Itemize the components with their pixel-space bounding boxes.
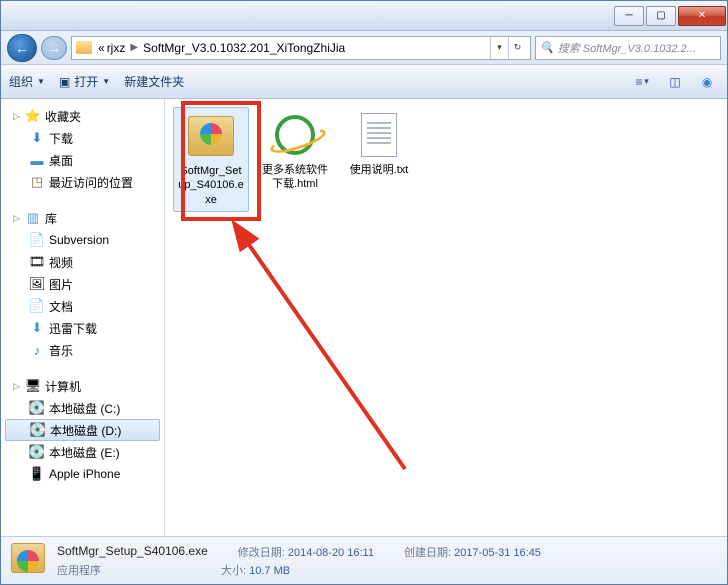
status-type: 应用程序: [57, 562, 101, 578]
download-icon: ⬇: [29, 130, 45, 146]
file-list[interactable]: SoftMgr_Setup_S40106.exe 更多系统软件下载.html 使…: [165, 99, 727, 536]
download-icon: ⬇: [29, 320, 45, 336]
drive-icon: 💽: [29, 400, 45, 416]
sidebar-iphone[interactable]: 📱Apple iPhone: [1, 463, 164, 485]
path-dropdown[interactable]: ▾: [490, 37, 508, 59]
chevron-down-icon: ▼: [37, 77, 45, 86]
star-icon: ⭐: [25, 108, 41, 124]
sidebar-favorites[interactable]: ▷⭐收藏夹: [1, 105, 164, 127]
drive-icon: 💽: [29, 444, 45, 460]
open-icon: ▣: [59, 75, 70, 89]
refresh-button[interactable]: ↻: [508, 37, 526, 59]
drive-icon: 💽: [30, 422, 46, 438]
breadcrumb[interactable]: « rjxz ▶ SoftMgr_V3.0.1032.201_XiTongZhi…: [71, 36, 531, 60]
sidebar-xunlei[interactable]: ⬇迅雷下载: [1, 317, 164, 339]
arrow-left-icon: ←: [15, 40, 29, 56]
minimize-button[interactable]: ─: [614, 6, 644, 26]
file-item-html[interactable]: 更多系统软件下载.html: [257, 107, 333, 196]
breadcrumb-seg[interactable]: rjxz: [107, 41, 126, 55]
sidebar-downloads[interactable]: ⬇下载: [1, 127, 164, 149]
status-mod-value: 2014-08-20 16:11: [288, 547, 374, 559]
search-input[interactable]: 🔍 搜索 SoftMgr_V3.0.1032.2...: [535, 36, 721, 60]
open-button[interactable]: ▣ 打开 ▼: [59, 73, 110, 90]
preview-pane-button[interactable]: ◫: [663, 71, 687, 93]
package-icon: [11, 543, 47, 579]
close-button[interactable]: ✕: [678, 6, 726, 26]
help-button[interactable]: ◉: [695, 71, 719, 93]
sidebar-drive-d[interactable]: 💽本地磁盘 (D:): [5, 419, 160, 441]
picture-icon: 🖼: [29, 276, 45, 292]
sidebar-computer[interactable]: ▷🖥计算机: [1, 375, 164, 397]
body: ▷⭐收藏夹 ⬇下载 ▬桌面 ◳最近访问的位置 ▷▥库 📄Subversion 🎞…: [1, 99, 727, 536]
search-placeholder: 搜索 SoftMgr_V3.0.1032.2...: [558, 40, 696, 56]
chevron-down-icon: ▼: [102, 77, 110, 86]
sidebar-libraries[interactable]: ▷▥库: [1, 207, 164, 229]
breadcrumb-seg[interactable]: SoftMgr_V3.0.1032.201_XiTongZhiJia: [143, 41, 345, 55]
file-icon: 📄: [29, 232, 45, 248]
status-size-value: 10.7 MB: [249, 565, 290, 577]
status-mod-label: 修改日期:: [238, 547, 285, 559]
sidebar-videos[interactable]: 🎞视频: [1, 251, 164, 273]
back-button[interactable]: ←: [7, 34, 37, 62]
file-label: SoftMgr_Setup_S40106.exe: [178, 164, 244, 207]
music-icon: ♪: [29, 342, 45, 358]
chevron-right-icon: ▶: [127, 42, 141, 53]
maximize-button[interactable]: ▢: [646, 6, 676, 26]
view-options-button[interactable]: ≡ ▼: [631, 71, 655, 93]
status-size-label: 大小:: [221, 565, 246, 577]
file-label: 使用说明.txt: [350, 163, 409, 177]
package-icon: [187, 112, 235, 160]
video-icon: 🎞: [29, 254, 45, 270]
sidebar-desktop[interactable]: ▬桌面: [1, 149, 164, 171]
address-bar: ← → « rjxz ▶ SoftMgr_V3.0.1032.201_XiTon…: [1, 31, 727, 65]
forward-button[interactable]: →: [41, 36, 67, 60]
titlebar: ─ ▢ ✕: [1, 1, 727, 31]
phone-icon: 📱: [29, 466, 45, 482]
organize-menu[interactable]: 组织 ▼: [9, 73, 45, 90]
sidebar-subversion[interactable]: 📄Subversion: [1, 229, 164, 251]
search-icon: 🔍: [540, 41, 554, 54]
sidebar-documents[interactable]: 📄文档: [1, 295, 164, 317]
file-label: 更多系统软件下载.html: [261, 163, 329, 192]
status-created-label: 创建日期:: [404, 547, 451, 559]
sidebar-pictures[interactable]: 🖼图片: [1, 273, 164, 295]
computer-icon: 🖥: [25, 378, 41, 394]
sidebar-recent[interactable]: ◳最近访问的位置: [1, 171, 164, 193]
toolbar: 组织 ▼ ▣ 打开 ▼ 新建文件夹 ≡ ▼ ◫ ◉: [1, 65, 727, 99]
file-item-exe[interactable]: SoftMgr_Setup_S40106.exe: [173, 107, 249, 212]
document-icon: 📄: [29, 298, 45, 314]
sidebar-music[interactable]: ♪音乐: [1, 339, 164, 361]
annotation-arrow: [225, 219, 425, 479]
desktop-icon: ▬: [29, 152, 45, 168]
text-file-icon: [355, 111, 403, 159]
recent-icon: ◳: [29, 174, 45, 190]
sidebar-drive-e[interactable]: 💽本地磁盘 (E:): [1, 441, 164, 463]
explorer-window: ─ ▢ ✕ ← → « rjxz ▶ SoftMgr_V3.0.1032.201…: [0, 0, 728, 585]
new-folder-button[interactable]: 新建文件夹: [124, 73, 184, 90]
status-created-value: 2017-05-31 16:45: [454, 547, 541, 559]
status-filename: SoftMgr_Setup_S40106.exe: [57, 544, 208, 560]
file-item-txt[interactable]: 使用说明.txt: [341, 107, 417, 181]
breadcrumb-prefix: «: [98, 41, 105, 55]
library-icon: ▥: [25, 210, 41, 226]
folder-icon: [76, 41, 92, 54]
arrow-right-icon: →: [47, 40, 61, 56]
status-bar: SoftMgr_Setup_S40106.exe 修改日期: 2014-08-2…: [1, 536, 727, 584]
sidebar: ▷⭐收藏夹 ⬇下载 ▬桌面 ◳最近访问的位置 ▷▥库 📄Subversion 🎞…: [1, 99, 165, 536]
ie-icon: [271, 111, 319, 159]
sidebar-drive-c[interactable]: 💽本地磁盘 (C:): [1, 397, 164, 419]
